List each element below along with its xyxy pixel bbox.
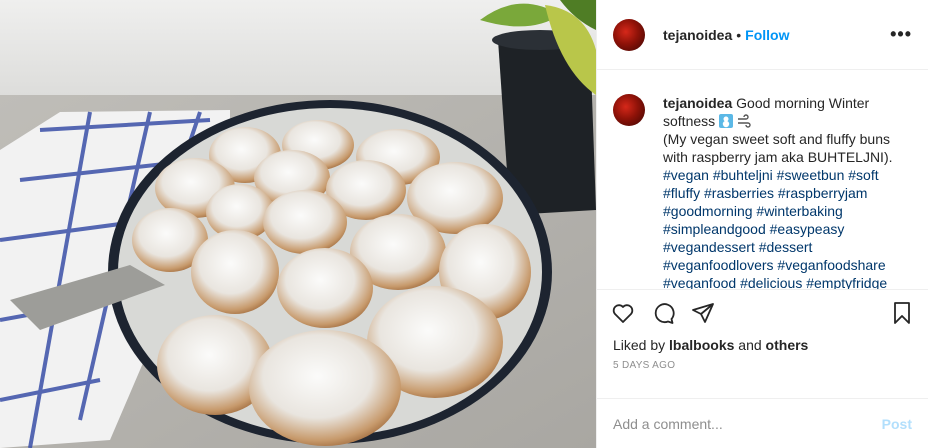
likes-summary: Liked by lbalbooks and others: [597, 336, 928, 354]
likes-others-link[interactable]: others: [766, 337, 809, 353]
share-paper-plane-icon[interactable]: [689, 299, 717, 327]
hashtag-link[interactable]: #sweetbun: [777, 167, 845, 183]
hashtag-link[interactable]: #fluffy: [663, 185, 700, 201]
comment-box: Post: [597, 398, 928, 448]
caption-username[interactable]: tejanoidea: [663, 95, 732, 111]
likes-prefix: Liked by: [613, 337, 666, 353]
separator-dot: •: [736, 26, 742, 43]
post-comment-button[interactable]: Post: [882, 416, 912, 432]
hashtag-link[interactable]: #winterbaking: [756, 203, 842, 219]
hashtag-link[interactable]: #veganfood: [663, 275, 736, 289]
hashtag-link[interactable]: #raspberryjam: [778, 185, 867, 201]
follow-button[interactable]: Follow: [745, 27, 789, 43]
hashtag-link[interactable]: #emptyfridge: [806, 275, 887, 289]
caption-avatar[interactable]: [613, 94, 645, 126]
post-header: tejanoidea • Follow •••: [597, 0, 928, 70]
like-heart-icon[interactable]: [609, 299, 637, 327]
post-sidebar: tejanoidea • Follow ••• tejanoidea Good …: [596, 0, 928, 448]
hashtag-link[interactable]: #vegan: [663, 167, 709, 183]
comment-bubble-icon[interactable]: [649, 299, 677, 327]
hashtag-link[interactable]: #soft: [848, 167, 878, 183]
hashtag-link[interactable]: #dessert: [759, 239, 813, 255]
hashtag-link[interactable]: #goodmorning: [663, 203, 753, 219]
hashtag-link[interactable]: #vegandessert: [663, 239, 755, 255]
hashtag-link[interactable]: #buhteljni: [713, 167, 773, 183]
likes-conj: and: [738, 337, 762, 353]
action-bar: [597, 290, 928, 336]
hashtag-link[interactable]: #simpleandgood: [663, 221, 766, 237]
hashtag-link[interactable]: #veganfoodlovers: [663, 257, 774, 273]
post-timestamp: 5 DAYS AGO: [613, 360, 676, 371]
liked-by-user[interactable]: lbalbooks: [669, 337, 734, 353]
hashtag-link[interactable]: #veganfoodshare: [777, 257, 885, 273]
snowman-icon: [719, 114, 734, 128]
hashtag-list: #vegan #buhteljni #sweetbun #soft #fluff…: [663, 167, 887, 289]
post-photo[interactable]: [0, 0, 596, 448]
hashtag-link[interactable]: #rasberries: [704, 185, 774, 201]
caption-text: tejanoidea Good morning Winter softness …: [663, 94, 912, 289]
caption-area: tejanoidea Good morning Winter softness …: [597, 70, 928, 289]
caption-body: (My vegan sweet soft and fluffy buns wit…: [663, 131, 893, 165]
header-username[interactable]: tejanoidea: [663, 27, 732, 43]
comment-input[interactable]: [613, 415, 882, 432]
hashtag-link[interactable]: #delicious: [740, 275, 802, 289]
save-bookmark-icon[interactable]: [888, 299, 916, 327]
avatar[interactable]: [613, 18, 645, 51]
more-options-icon[interactable]: •••: [890, 24, 912, 45]
buns-photo-illustration: [0, 0, 596, 448]
wind-icon: [737, 114, 751, 128]
instagram-post-modal: tejanoidea • Follow ••• tejanoidea Good …: [0, 0, 928, 448]
hashtag-link[interactable]: #easypeasy: [770, 221, 845, 237]
